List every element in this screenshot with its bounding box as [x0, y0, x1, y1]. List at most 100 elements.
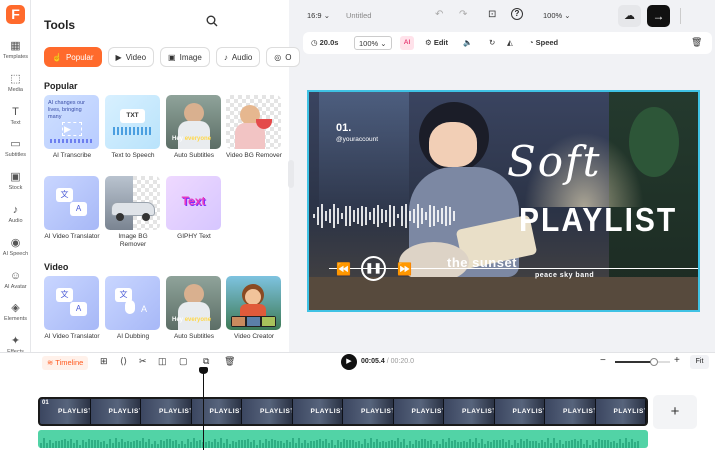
- trash-icon[interactable]: 🗑: [224, 356, 235, 367]
- tool-card-ai-video-translator-2[interactable]: 文 A AI Video Translator: [44, 276, 100, 341]
- audio-wave-bar: [526, 438, 528, 448]
- tab-video[interactable]: ▶ Video: [107, 47, 155, 67]
- video-frame-thumbnail: PLAYLIST: [242, 399, 293, 424]
- panel-collapse-handle[interactable]: [288, 160, 294, 188]
- tool-card-video-bg-remover[interactable]: Video BG Remover: [226, 95, 282, 160]
- tab-audio[interactable]: ♪ Audio: [215, 47, 261, 67]
- audio-wave-bar: [196, 441, 198, 448]
- audio-wave-bar: [49, 440, 51, 448]
- add-clip-icon[interactable]: ⊞: [100, 356, 108, 367]
- split-icon[interactable]: ⟨⟩: [120, 356, 127, 367]
- rail-item-ai-speech[interactable]: ◉ AI Speech: [0, 237, 31, 258]
- fit-button[interactable]: Fit: [690, 355, 709, 369]
- audio-wave-bar: [619, 439, 621, 448]
- help-icon[interactable]: ?: [511, 8, 523, 20]
- tab-other[interactable]: ◎ O: [266, 47, 300, 67]
- audio-track[interactable]: [38, 430, 648, 448]
- waveform-bar: [317, 206, 319, 226]
- audio-wave-bar: [295, 442, 297, 448]
- video-frame-thumbnail: PLAYLIST: [343, 399, 394, 424]
- clock-icon: ◷: [311, 38, 318, 47]
- tool-card-image-bg-remover[interactable]: Image BG Remover: [105, 176, 161, 249]
- video-creator-thumbnail: [226, 276, 281, 330]
- audio-wave-bar: [427, 440, 429, 448]
- play-button[interactable]: ▶: [341, 354, 357, 370]
- zoom-in-icon[interactable]: +: [674, 355, 680, 366]
- volume-icon[interactable]: 🔈: [463, 38, 472, 47]
- speed-button[interactable]: ◔ Speed: [529, 38, 558, 47]
- tool-card-ai-transcribe[interactable]: AI changes our lives, bringing many ▶ AI…: [44, 95, 100, 160]
- crop-icon[interactable]: ◫: [158, 356, 167, 367]
- video-canvas[interactable]: 01. @youraccount Soft PLAYLIST the sunse…: [307, 90, 700, 312]
- audio-wave-bar: [43, 438, 45, 448]
- waveform-bar: [385, 210, 387, 222]
- audio-wave-bar: [406, 444, 408, 448]
- zoom-slider-knob[interactable]: [649, 358, 658, 366]
- timeline-toggle[interactable]: ≋ Timeline: [42, 356, 89, 370]
- screenshot-icon[interactable]: ⊡: [488, 9, 496, 20]
- edit-button[interactable]: ⚙ Edit: [425, 38, 448, 47]
- playhead-handle[interactable]: [198, 367, 208, 374]
- tool-card-giphy-text[interactable]: Text GIPHY Text: [166, 176, 222, 241]
- export-button[interactable]: →: [647, 5, 670, 27]
- tab-popular[interactable]: ☝ Popular: [44, 47, 102, 67]
- rotate-icon[interactable]: ↻: [489, 38, 495, 47]
- audio-icon: ♪: [223, 52, 228, 62]
- rail-item-ai-avatar[interactable]: ☺ AI Avatar: [0, 270, 31, 291]
- tool-card-auto-subtitles-2[interactable]: Hey everyone Auto Subtitles: [166, 276, 222, 341]
- delete-icon[interactable]: 🗑: [691, 37, 702, 48]
- flip-icon[interactable]: ◭: [507, 38, 513, 47]
- app-logo[interactable]: F: [6, 5, 25, 24]
- rail-item-text[interactable]: T Text: [0, 106, 31, 127]
- audio-wave-bar: [508, 440, 510, 448]
- rail-item-templates[interactable]: ▦ Templates: [0, 40, 31, 61]
- project-title[interactable]: Untitled: [346, 11, 371, 20]
- rail-item-subtitles[interactable]: ▭ Subtitles: [0, 138, 31, 159]
- playhead[interactable]: [198, 367, 208, 450]
- add-track-button[interactable]: +: [653, 395, 697, 429]
- audio-wave-bar: [184, 444, 186, 448]
- audio-wave-bar: [346, 440, 348, 448]
- audio-wave-bar: [370, 438, 372, 448]
- audio-wave-bar: [229, 443, 231, 448]
- zoom-out-icon[interactable]: −: [600, 355, 606, 366]
- audio-wave-bar: [235, 442, 237, 448]
- tool-card-video-creator[interactable]: Video Creator: [226, 276, 282, 341]
- audio-wave-bar: [250, 441, 252, 448]
- auto-subtitles-thumbnail: Hey everyone: [166, 95, 221, 149]
- cloud-save-button[interactable]: ☁: [618, 5, 641, 27]
- audio-wave-bar: [523, 441, 525, 448]
- caption-icon[interactable]: ▢: [179, 356, 188, 367]
- left-rail: F ▦ Templates ⬚ Media T Text ▭ Subtitles ▣ Stock ♪…: [0, 0, 31, 421]
- undo-icon[interactable]: ↶: [435, 9, 443, 20]
- tool-card-ai-dubbing[interactable]: 文 A AI Dubbing: [105, 276, 161, 341]
- audio-wave-bar: [517, 443, 519, 448]
- image-bg-remover-thumbnail: [105, 176, 160, 230]
- frame-title-text: PLAYLIST: [613, 408, 646, 415]
- tab-image[interactable]: ▣ Image: [160, 47, 210, 67]
- ai-avatar-icon: ☺: [9, 269, 22, 282]
- rail-item-elements[interactable]: ◈ Elements: [0, 302, 31, 323]
- redo-icon[interactable]: ↷: [459, 9, 467, 20]
- rail-item-stock[interactable]: ▣ Stock: [0, 171, 31, 192]
- audio-wave-bar: [466, 441, 468, 448]
- tool-card-auto-subtitles[interactable]: Hey everyone Auto Subtitles: [166, 95, 222, 160]
- zoom-slider[interactable]: [615, 358, 670, 366]
- audio-wave-bar: [541, 439, 543, 448]
- tool-card-text-to-speech[interactable]: TXT Text to Speech: [105, 95, 161, 160]
- duplicate-icon[interactable]: ⧉: [203, 356, 209, 367]
- aspect-ratio-select[interactable]: 16:9 ⌄: [307, 11, 330, 20]
- audio-wave-bar: [574, 438, 576, 448]
- giphy-text-thumbnail: Text: [166, 176, 221, 230]
- duration-control[interactable]: ◷ 20.0s: [311, 38, 338, 47]
- tool-card-ai-video-translator[interactable]: 文 A AI Video Translator: [44, 176, 100, 241]
- search-icon[interactable]: [206, 15, 218, 30]
- video-track[interactable]: PLAYLIST PLAYLIST PLAYLIST PLAYLIST PLAYLIST…: [38, 397, 648, 426]
- scissors-icon[interactable]: ✂: [139, 356, 147, 367]
- scale-select[interactable]: 100% ⌄: [354, 36, 392, 50]
- rail-item-audio[interactable]: ♪ Audio: [0, 204, 31, 225]
- ai-tools-button[interactable]: AI: [400, 36, 414, 50]
- canvas-zoom-select[interactable]: 100% ⌄: [543, 11, 571, 20]
- rail-item-media[interactable]: ⬚ Media: [0, 73, 31, 94]
- audio-wave-bar: [487, 440, 489, 448]
